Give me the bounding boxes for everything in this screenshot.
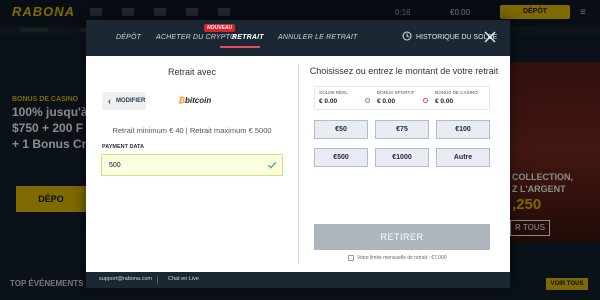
amount-button-50[interactable]: €50 — [314, 120, 368, 139]
modify-button[interactable]: ‹ MODIFIER — [102, 92, 146, 110]
casino-bonus: BONUS DE CASINO € 0.00 — [431, 87, 489, 109]
real-balance: SOLDE RÉEL € 0.00 — [315, 87, 373, 109]
amount-button-500[interactable]: €500 — [314, 148, 368, 167]
choose-amount-title: Choisissez ou entrez le montant de votre… — [309, 66, 499, 76]
withdraw-with-title: Retrait avec — [167, 67, 217, 77]
support-email-link[interactable]: support@rabona.com — [99, 276, 152, 282]
sport-bonus: BONUS SPORTIF € 0.00 — [373, 87, 431, 109]
live-chat-link[interactable]: Chat en Live — [168, 276, 199, 282]
amount-button-other[interactable]: Autre — [436, 148, 490, 167]
casino-bonus-value: € 0.00 — [435, 98, 454, 105]
amount-button-1000[interactable]: €1000 — [375, 148, 429, 167]
modify-label: MODIFIER — [116, 98, 146, 104]
balance-summary: SOLDE RÉEL € 0.00 BONUS SPORTIF € 0.00 B… — [314, 86, 490, 110]
close-icon[interactable] — [483, 30, 497, 44]
withdrawal-limits: Retrait minimum € 40 | Retrait maximum €… — [112, 126, 272, 135]
check-icon — [268, 161, 277, 169]
chevron-left-icon: ‹ — [108, 96, 111, 106]
withdraw-button[interactable]: RETIRER — [314, 224, 490, 250]
real-balance-label: SOLDE RÉEL — [319, 90, 348, 95]
active-tab-indicator — [220, 46, 260, 48]
footer-separator — [157, 276, 158, 284]
tab-withdrawal[interactable]: RETRAIT — [232, 34, 264, 41]
info-icon[interactable] — [365, 98, 370, 103]
amount-button-100[interactable]: €100 — [436, 120, 490, 139]
history-icon[interactable] — [402, 31, 412, 41]
bitcoin-logo: ₿bitcoin — [178, 96, 211, 105]
payment-data-label: PAYMENT DATA — [102, 144, 144, 150]
bitcoin-icon: ₿ — [178, 96, 186, 105]
real-balance-value: € 0.00 — [319, 98, 338, 105]
payment-data-input[interactable] — [101, 154, 283, 176]
casino-bonus-label: BONUS DE CASINO — [435, 90, 478, 95]
new-badge: NOUVEAU — [204, 24, 236, 32]
tab-deposit[interactable]: DÉPÔT — [116, 34, 141, 41]
withdrawal-modal: DÉPÔT ACHETER DU CRYPTO NOUVEAU RETRAIT … — [86, 20, 510, 288]
amount-button-75[interactable]: €75 — [375, 120, 429, 139]
monthly-limit-text: Votre limite mensuelle de retrait : €7,0… — [357, 255, 447, 261]
info-icon[interactable] — [423, 98, 428, 103]
panel-divider — [298, 64, 299, 264]
tab-cancel-withdrawal[interactable]: ANNULER LE RETRAIT — [278, 34, 357, 41]
tab-buy-crypto[interactable]: ACHETER DU CRYPTO — [156, 34, 236, 41]
calendar-icon — [348, 255, 354, 261]
sport-bonus-value: € 0.00 — [377, 98, 396, 105]
sport-bonus-label: BONUS SPORTIF — [377, 90, 415, 95]
modal-header: DÉPÔT ACHETER DU CRYPTO NOUVEAU RETRAIT … — [86, 20, 510, 56]
modal-footer: support@rabona.com Chat en Live — [86, 272, 510, 288]
bitcoin-label: bitcoin — [185, 96, 212, 105]
